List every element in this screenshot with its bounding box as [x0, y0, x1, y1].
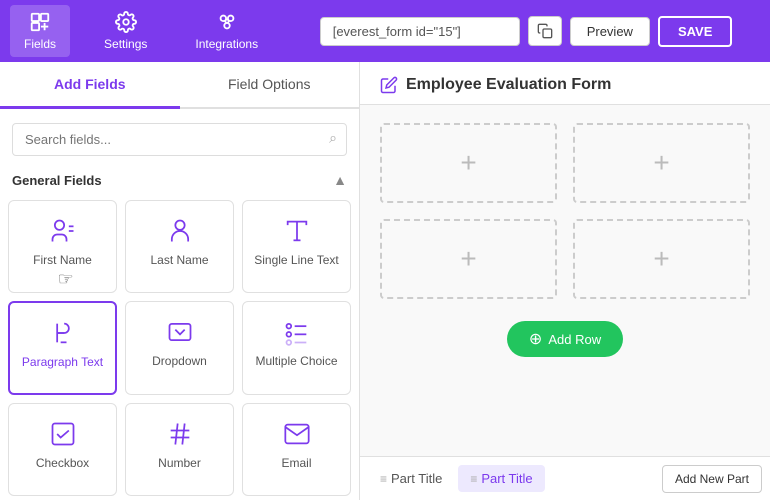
- email-icon: [283, 420, 311, 448]
- field-item-last-name[interactable]: Last Name: [125, 200, 234, 293]
- multiple-choice-label: Multiple Choice: [255, 354, 337, 368]
- top-navigation: Fields Settings Integrations [everest_fo…: [0, 0, 770, 62]
- field-item-paragraph-text[interactable]: Paragraph Text: [8, 301, 117, 396]
- preview-button[interactable]: Preview: [570, 17, 650, 46]
- add-cell-icon: +: [460, 147, 476, 179]
- add-cell-icon: +: [653, 147, 669, 179]
- main-layout: Add Fields Field Options ⌕ General Field…: [0, 62, 770, 500]
- form-cell-2-1[interactable]: +: [380, 219, 557, 299]
- form-title-bar: Employee Evaluation Form: [360, 62, 770, 105]
- paragraph-text-label: Paragraph Text: [22, 355, 103, 369]
- part-title-bar: ≡ Part Title ≡ Part Title Add New Part: [360, 456, 770, 500]
- save-button[interactable]: SAVE: [658, 16, 732, 47]
- add-row-container: ⊕ Add Row: [380, 315, 750, 367]
- last-name-icon: [166, 217, 194, 245]
- general-fields-section: General Fields ▲: [0, 166, 359, 196]
- section-label: General Fields: [12, 173, 102, 188]
- multiple-choice-icon: [283, 318, 311, 346]
- single-line-text-icon: [283, 217, 311, 245]
- form-cell-1-1[interactable]: +: [380, 123, 557, 203]
- part-title-label-2: Part Title: [481, 471, 532, 486]
- nav-fields-label: Fields: [24, 37, 56, 51]
- nav-integrations-label: Integrations: [195, 37, 258, 51]
- nav-settings[interactable]: Settings: [90, 5, 161, 57]
- left-panel: Add Fields Field Options ⌕ General Field…: [0, 62, 360, 500]
- shortcode-display: [everest_form id="15"]: [320, 17, 520, 46]
- drag-icon-2: ≡: [470, 472, 476, 486]
- fields-icon: [29, 11, 51, 33]
- integrations-icon: [216, 11, 238, 33]
- add-row-label: Add Row: [548, 332, 601, 347]
- form-cell-1-2[interactable]: +: [573, 123, 750, 203]
- form-row-2: + +: [380, 219, 750, 299]
- form-canvas: + + + + ⊕ Add Row: [360, 105, 770, 456]
- email-label: Email: [281, 456, 311, 470]
- cursor-pointer-indicator: ☞: [58, 269, 74, 290]
- nav-fields[interactable]: Fields: [10, 5, 70, 57]
- first-name-label: First Name: [33, 253, 92, 267]
- right-panel: Employee Evaluation Form + + + +: [360, 62, 770, 500]
- nav-integrations[interactable]: Integrations: [181, 5, 272, 57]
- checkbox-label: Checkbox: [36, 456, 89, 470]
- field-item-number[interactable]: Number: [125, 403, 234, 496]
- paragraph-text-icon: [49, 319, 77, 347]
- tab-add-fields[interactable]: Add Fields: [0, 62, 180, 109]
- search-container: ⌕: [0, 109, 359, 166]
- panel-tabs: Add Fields Field Options: [0, 62, 359, 109]
- add-new-part-button[interactable]: Add New Part: [662, 465, 762, 493]
- add-cell-icon: +: [653, 243, 669, 275]
- last-name-label: Last Name: [150, 253, 208, 267]
- nav-settings-label: Settings: [104, 37, 147, 51]
- dropdown-icon: [166, 318, 194, 346]
- settings-icon: [115, 11, 137, 33]
- add-row-button[interactable]: ⊕ Add Row: [507, 321, 623, 357]
- fields-grid: First Name ☞ Last Name Single Line Text: [0, 196, 359, 500]
- field-item-dropdown[interactable]: Dropdown: [125, 301, 234, 396]
- field-item-single-line-text[interactable]: Single Line Text: [242, 200, 351, 293]
- form-cell-2-2[interactable]: +: [573, 219, 750, 299]
- field-item-multiple-choice[interactable]: Multiple Choice: [242, 301, 351, 396]
- checkbox-icon: [49, 420, 77, 448]
- part-title-item-1[interactable]: ≡ Part Title: [368, 465, 454, 492]
- plus-circle-icon: ⊕: [529, 329, 542, 349]
- chevron-up-icon: ▲: [333, 172, 347, 188]
- search-input[interactable]: [12, 123, 347, 156]
- edit-icon: [380, 76, 398, 94]
- number-icon: [166, 420, 194, 448]
- add-cell-icon: +: [460, 243, 476, 275]
- number-label: Number: [158, 456, 201, 470]
- field-item-email[interactable]: Email: [242, 403, 351, 496]
- field-item-checkbox[interactable]: Checkbox: [8, 403, 117, 496]
- copy-icon: [537, 23, 553, 39]
- part-title-item-2[interactable]: ≡ Part Title: [458, 465, 544, 492]
- drag-icon-1: ≡: [380, 472, 386, 486]
- tab-field-options[interactable]: Field Options: [180, 62, 360, 109]
- form-title: Employee Evaluation Form: [406, 76, 611, 94]
- form-row-1: + +: [380, 123, 750, 203]
- field-item-first-name[interactable]: First Name ☞: [8, 200, 117, 293]
- single-line-text-label: Single Line Text: [254, 253, 339, 267]
- part-title-label-1: Part Title: [391, 471, 442, 486]
- first-name-icon: [49, 217, 77, 245]
- search-icon: ⌕: [329, 129, 337, 146]
- nav-center: [everest_form id="15"] Preview SAVE: [292, 16, 760, 47]
- copy-shortcode-button[interactable]: [528, 16, 562, 46]
- dropdown-label: Dropdown: [152, 354, 207, 368]
